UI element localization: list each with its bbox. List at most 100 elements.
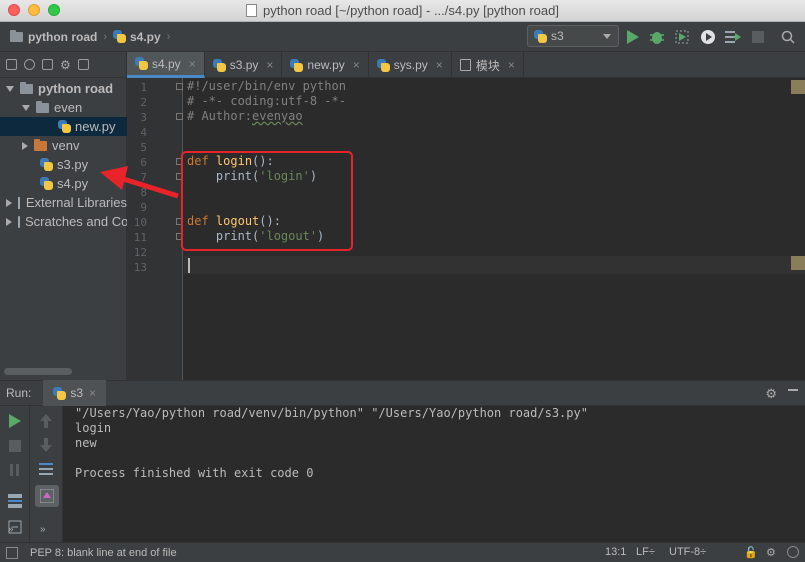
console-output-line: login — [75, 421, 112, 435]
chevron-right-icon[interactable]: » — [40, 524, 46, 535]
breadcrumb-project[interactable]: python road — [0, 29, 97, 44]
python-file-icon — [135, 57, 148, 70]
arrow-up-icon[interactable] — [40, 414, 54, 428]
tree-item-scratches[interactable]: Scratches and Consoles — [0, 212, 127, 231]
module-icon — [459, 59, 471, 71]
code-line-3[interactable]: # Author:evenyao — [187, 109, 303, 123]
run-configuration-label: s3 — [551, 29, 564, 43]
scratch-icon — [18, 215, 20, 228]
coverage-button[interactable] — [673, 28, 691, 46]
scroll-to-end-button[interactable] — [35, 485, 59, 507]
python-file-icon — [58, 120, 71, 133]
tree-item-venv[interactable]: venv — [0, 136, 127, 155]
run-configuration-select[interactable]: s3 — [527, 25, 619, 47]
chevron-down-icon — [6, 85, 14, 92]
tree-item-s3-py[interactable]: s3.py — [0, 155, 127, 174]
console-output-line: new — [75, 436, 97, 450]
tree-item-project[interactable]: python road — [0, 79, 127, 98]
python-file-icon — [212, 58, 226, 72]
close-icon[interactable]: × — [89, 386, 96, 400]
minimize-panel-icon[interactable] — [788, 389, 798, 391]
profile-button[interactable] — [699, 28, 717, 46]
rerun-icon[interactable] — [9, 414, 23, 428]
python-file-icon — [53, 386, 67, 400]
close-icon[interactable]: × — [353, 58, 360, 72]
dump-threads-icon[interactable] — [8, 494, 22, 508]
tab-sys-py[interactable]: sys.py × — [369, 52, 452, 78]
console-output-line: Process finished with exit code 0 — [75, 466, 314, 480]
line-number: 12 — [133, 246, 147, 259]
search-icon — [781, 30, 795, 44]
window-title: python road [~/python road] - .../s4.py … — [263, 3, 559, 18]
tab-module[interactable]: 模块 × — [452, 52, 524, 78]
arrow-down-icon[interactable] — [40, 438, 54, 452]
search-everywhere-button[interactable] — [779, 28, 797, 46]
inspector-icon[interactable]: ⚙ — [766, 546, 776, 559]
close-icon[interactable]: × — [508, 58, 515, 72]
project-toolbar: ⚙ — [0, 52, 126, 78]
line-number: 1 — [140, 81, 147, 94]
gear-icon[interactable]: ⚙ — [60, 58, 71, 72]
collapse-icon[interactable] — [42, 59, 53, 70]
tree-item-s4-py[interactable]: s4.py — [0, 174, 127, 193]
minimize-window-button[interactable] — [28, 4, 40, 16]
run-toolbar-primary — [0, 406, 30, 542]
console-output-line: "/Users/Yao/python road/venv/bin/python"… — [75, 406, 588, 420]
line-number: 6 — [140, 156, 147, 169]
run-tab-s3[interactable]: s3 × — [43, 380, 107, 406]
warning-marker-icon[interactable] — [791, 80, 805, 94]
line-number: 5 — [140, 141, 147, 154]
concurrency-icon — [725, 31, 741, 43]
soft-wrap-icon[interactable] — [39, 462, 53, 476]
warning-marker-icon[interactable] — [791, 256, 805, 270]
stop-icon[interactable] — [9, 440, 23, 454]
tab-s3-py[interactable]: s3.py × — [205, 52, 283, 78]
line-separator[interactable]: LF÷ — [636, 546, 655, 558]
tree-item-external-libraries[interactable]: External Libraries — [0, 193, 127, 212]
concurrency-button[interactable] — [724, 28, 742, 46]
debug-button[interactable] — [648, 28, 666, 46]
file-encoding[interactable]: UTF-8÷ — [669, 546, 706, 558]
stop-button[interactable] — [749, 28, 767, 46]
tree-item-new-py[interactable]: new.py — [0, 117, 127, 136]
tab-s4-py[interactable]: s4.py × — [127, 52, 205, 78]
caret-position[interactable]: 13:1 — [605, 546, 626, 558]
layout-icon[interactable] — [6, 59, 17, 70]
play-icon — [627, 30, 639, 44]
code-line-1[interactable]: #!/user/bin/env python — [187, 79, 346, 93]
status-bar: PEP 8: blank line at end of file 13:1 LF… — [0, 542, 805, 562]
event-log-icon[interactable] — [787, 546, 799, 558]
maximize-window-button[interactable] — [48, 4, 60, 16]
tree-item-even[interactable]: even — [0, 98, 127, 117]
tab-new-py[interactable]: new.py × — [282, 52, 369, 78]
line-number: 10 — [133, 216, 147, 229]
close-icon[interactable]: × — [266, 58, 273, 72]
tool-windows-icon[interactable] — [6, 546, 18, 559]
editor-tabs: s4.py × s3.py × new.py × sys.py × 模块 × — [127, 52, 805, 78]
python-file-icon — [376, 58, 390, 72]
breadcrumb-separator-icon: › — [166, 30, 171, 43]
close-icon[interactable]: × — [189, 57, 196, 71]
status-message: PEP 8: blank line at end of file — [30, 546, 177, 559]
hide-icon[interactable] — [77, 59, 89, 70]
folder-icon — [10, 29, 23, 42]
code-line-2[interactable]: # -*- coding:utf-8 -*- — [187, 94, 346, 108]
target-icon[interactable] — [24, 59, 35, 70]
profiler-icon — [701, 30, 715, 44]
breadcrumb-file[interactable]: s4.py — [113, 30, 161, 44]
coverage-icon — [675, 30, 689, 44]
gear-icon[interactable]: ⚙ — [765, 386, 777, 402]
fold-marker-icon[interactable] — [176, 113, 183, 120]
lock-icon[interactable]: 🔓 — [744, 546, 758, 559]
chevron-right-icon[interactable]: » — [8, 524, 14, 535]
close-icon[interactable]: × — [436, 58, 443, 72]
horizontal-scrollbar[interactable] — [4, 368, 72, 375]
run-toolbar-secondary — [30, 406, 63, 542]
scroll-to-end-icon — [40, 489, 54, 503]
library-icon — [18, 196, 21, 209]
fold-marker-icon[interactable] — [176, 83, 183, 90]
pause-icon[interactable] — [9, 464, 23, 478]
close-window-button[interactable] — [8, 4, 20, 16]
run-button[interactable] — [624, 28, 642, 46]
breadcrumb-separator-icon: › — [103, 30, 107, 43]
